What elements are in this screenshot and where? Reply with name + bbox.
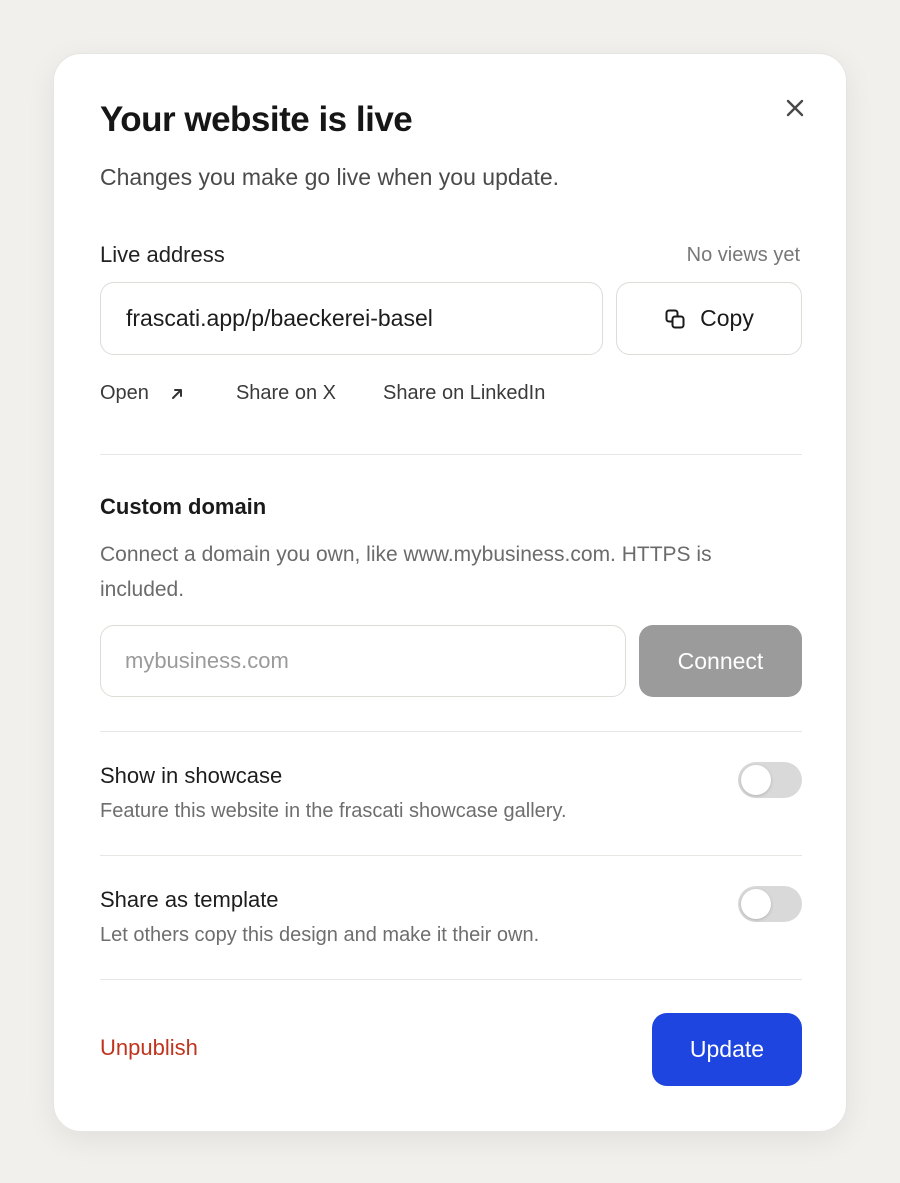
connect-button[interactable]: Connect — [639, 625, 802, 697]
divider — [100, 979, 802, 980]
divider — [100, 855, 802, 856]
showcase-description: Feature this website in the frascati sho… — [100, 800, 567, 822]
open-link-label: Open — [100, 382, 149, 404]
template-description: Let others copy this design and make it … — [100, 924, 540, 946]
domain-input[interactable] — [100, 625, 626, 697]
share-links: Open Share on X Share on LinkedIn — [100, 382, 545, 405]
close-icon — [786, 99, 804, 117]
copy-button-label: Copy — [700, 305, 754, 331]
showcase-title: Show in showcase — [100, 763, 283, 788]
arrow-up-right-icon — [171, 388, 182, 399]
update-button-label: Update — [689, 1036, 765, 1062]
copy-icon — [665, 309, 685, 328]
unpublish-link[interactable]: Unpublish — [100, 1035, 198, 1061]
divider — [100, 454, 802, 455]
copy-button[interactable]: Copy — [616, 282, 802, 355]
toggle-knob — [741, 889, 771, 919]
live-url-text: frascati.app/p/baeckerei-basel — [126, 305, 433, 331]
showcase-toggle[interactable] — [738, 762, 802, 798]
close-button[interactable] — [781, 94, 809, 122]
share-linkedin-link[interactable]: Share on LinkedIn — [383, 382, 545, 405]
views-count: No views yet — [686, 244, 800, 266]
publish-dialog: Your website is live Changes you make go… — [53, 53, 847, 1132]
live-url-field[interactable]: frascati.app/p/baeckerei-basel — [100, 282, 603, 355]
custom-domain-title: Custom domain — [100, 494, 267, 519]
live-address-label: Live address — [100, 242, 225, 267]
open-link[interactable]: Open — [100, 382, 185, 405]
dialog-subtitle: Changes you make go live when you update… — [100, 164, 560, 190]
template-toggle[interactable] — [738, 886, 802, 922]
divider — [100, 731, 802, 732]
custom-domain-description: Connect a domain you own, like www.mybus… — [100, 543, 712, 601]
dialog-title: Your website is live — [100, 100, 413, 139]
update-button[interactable]: Update — [652, 1013, 802, 1086]
connect-button-label: Connect — [677, 647, 764, 674]
toggle-knob — [741, 765, 771, 795]
share-x-link[interactable]: Share on X — [236, 382, 336, 405]
template-title: Share as template — [100, 887, 279, 912]
